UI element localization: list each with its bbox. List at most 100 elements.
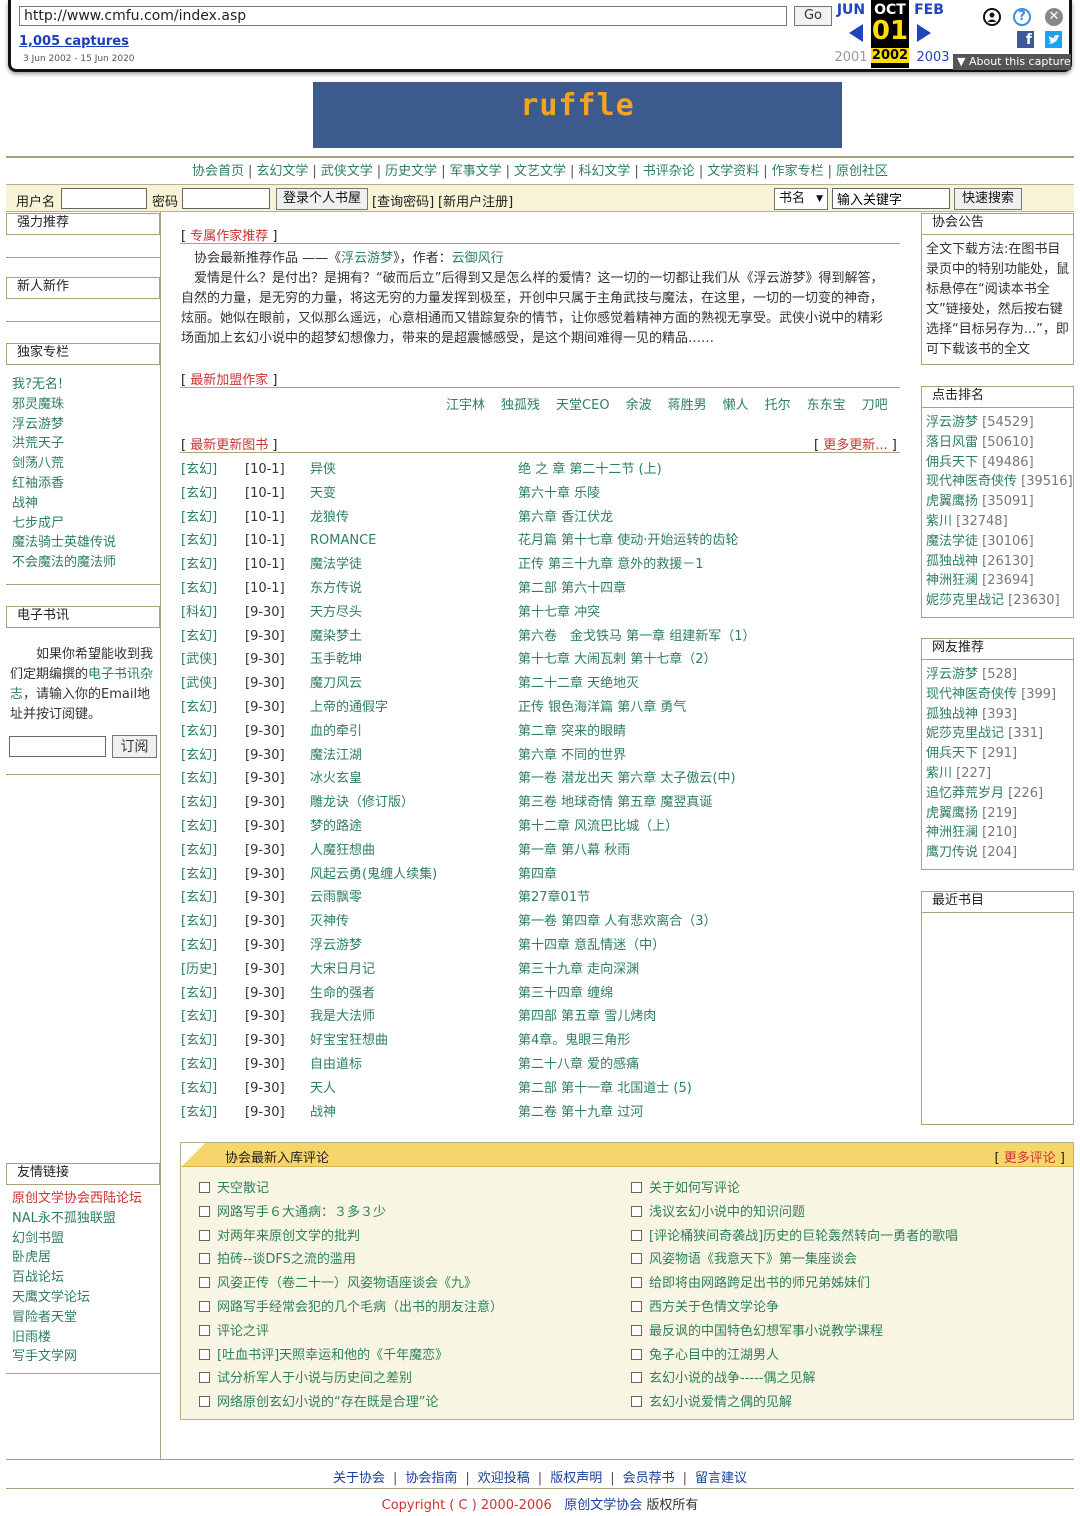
book-category[interactable]: [玄幻] [181, 886, 217, 910]
author-link[interactable]: 托尔 [765, 398, 791, 412]
book-chapter-link[interactable]: 第十四章 意乱情迷（中） [518, 934, 665, 958]
more-comments-link[interactable]: 更多评论 [1004, 1151, 1056, 1166]
book-title-link[interactable]: 好宝宝狂想曲 [310, 1029, 388, 1053]
friend-link[interactable]: 旧雨楼 [12, 1328, 142, 1348]
exclusive-item[interactable]: 浮云游梦 [12, 415, 116, 435]
book-category[interactable]: [玄幻] [181, 982, 217, 1006]
feature-book-link[interactable]: 浮云游梦 [341, 251, 393, 266]
friend-link[interactable]: 卧虎居 [12, 1248, 142, 1268]
book-chapter-link[interactable]: 第三十四章 缠绵 [518, 982, 613, 1006]
book-category[interactable]: [玄幻] [181, 1077, 217, 1101]
comment-link[interactable]: [吐血书评]天照幸运和他的《千年魔恋》 [199, 1344, 503, 1368]
fans-book-link[interactable]: 神洲狂澜 [926, 825, 978, 840]
nav-item[interactable]: 武侠文学 [321, 164, 373, 179]
book-title-link[interactable]: 云雨飘零 [310, 886, 362, 910]
book-chapter-link[interactable]: 第二章 突来的眼睛 [518, 720, 626, 744]
nav-item[interactable]: 玄幻文学 [256, 164, 308, 179]
book-title-link[interactable]: 东方传说 [310, 577, 362, 601]
wayback-next-arrow-icon[interactable] [917, 24, 931, 42]
friend-link[interactable]: 原创文学协会西陆论坛 [12, 1189, 142, 1209]
book-title-link[interactable]: 魔法学徒 [310, 553, 362, 577]
nav-item[interactable]: 书评杂论 [643, 164, 695, 179]
book-title-link[interactable]: ROMANCE [310, 529, 376, 553]
fans-book-link[interactable]: 紫川 [926, 766, 952, 781]
exclusive-item[interactable]: 红袖添香 [12, 474, 116, 494]
comment-link[interactable]: 拍砖--谈DFS之流的滥用 [199, 1248, 503, 1272]
comment-link[interactable]: 玄幻小说的战争-----偶之见解 [631, 1367, 958, 1391]
fans-book-link[interactable]: 孤独战神 [926, 707, 978, 722]
book-category[interactable]: [玄幻] [181, 577, 217, 601]
fans-book-link[interactable]: 虎翼鹰扬 [926, 806, 978, 821]
comment-link[interactable]: 西方关于色情文学论争 [631, 1296, 958, 1320]
copyright-org-link[interactable]: 原创文学协会 [564, 1498, 642, 1513]
nav-item[interactable]: 历史文学 [385, 164, 437, 179]
book-category[interactable]: [武侠] [181, 672, 217, 696]
wayback-url-input[interactable]: http://www.cmfu.com/index.asp [19, 6, 787, 26]
wayback-next-month[interactable]: FEB [909, 2, 949, 18]
book-chapter-link[interactable]: 第四章 [518, 863, 557, 887]
author-link[interactable]: 江宇林 [446, 398, 485, 412]
user-icon[interactable] [983, 8, 1001, 26]
comment-link[interactable]: [评论桶狭间奇袭战]历史的巨轮轰然转向一勇者的歌唱 [631, 1225, 958, 1249]
rank-book-link[interactable]: 紫川 [926, 514, 952, 529]
book-category[interactable]: [玄幻] [181, 625, 217, 649]
comment-link[interactable]: 网路写手６大通病：３多３少 [199, 1201, 503, 1225]
book-category[interactable]: [玄幻] [181, 910, 217, 934]
book-chapter-link[interactable]: 第三卷 地球奇情 第五章 魔翌真诞 [518, 791, 712, 815]
author-link[interactable]: 东东宝 [807, 398, 846, 412]
book-chapter-link[interactable]: 正传 银色海洋篇 第八章 勇气 [518, 696, 686, 720]
rank-book-link[interactable]: 佣兵天下 [926, 455, 978, 470]
nav-item[interactable]: 协会首页 [192, 164, 244, 179]
rank-book-link[interactable]: 魔法学徒 [926, 534, 978, 549]
book-category[interactable]: [玄幻] [181, 553, 217, 577]
fans-book-link[interactable]: 佣兵天下 [926, 746, 978, 761]
author-link[interactable]: 蒋胜男 [668, 398, 707, 412]
book-category[interactable]: [玄幻] [181, 767, 217, 791]
book-title-link[interactable]: 自由道标 [310, 1053, 362, 1077]
wayback-next-year[interactable]: 2003 [913, 50, 953, 65]
comment-link[interactable]: 风姿正传（卷二十一）风姿物语座谈会《九》 [199, 1272, 503, 1296]
book-chapter-link[interactable]: 绝 之 章 第二十二节 (上) [518, 458, 662, 482]
comment-link[interactable]: 对两年来原创文学的批判 [199, 1225, 503, 1249]
search-button[interactable]: 快速搜索 [954, 188, 1022, 210]
exclusive-item[interactable]: 七步成尸 [12, 514, 116, 534]
book-title-link[interactable]: 魔染梦土 [310, 625, 362, 649]
comment-link[interactable]: 浅议玄幻小说中的知识问题 [631, 1201, 958, 1225]
author-link[interactable]: 独孤残 [501, 398, 540, 412]
book-chapter-link[interactable]: 第二部 第十一章 北国道士 (5) [518, 1077, 692, 1101]
author-link[interactable]: 懒人 [723, 398, 749, 412]
comment-link[interactable]: 天空散记 [199, 1177, 503, 1201]
footer-link[interactable]: 协会指南 [405, 1471, 457, 1486]
book-title-link[interactable]: 天变 [310, 482, 336, 506]
help-icon[interactable]: ? [1013, 8, 1031, 26]
register-link[interactable]: [新用户注册] [438, 191, 513, 210]
rank-book-link[interactable]: 浮云游梦 [926, 415, 978, 430]
about-capture-dropdown[interactable]: ▼ About this capture [953, 54, 1071, 70]
email-input[interactable] [9, 736, 106, 757]
book-chapter-link[interactable]: 第六章 不同的世界 [518, 744, 626, 768]
book-title-link[interactable]: 大宋日月记 [310, 958, 375, 982]
book-chapter-link[interactable]: 第十七章 大闹瓦剌 第十七章（2） [518, 648, 717, 672]
book-category[interactable]: [玄幻] [181, 506, 217, 530]
comment-link[interactable]: 玄幻小说爱情之偶的见解 [631, 1391, 958, 1415]
book-chapter-link[interactable]: 第十七章 冲突 [518, 601, 600, 625]
friend-link[interactable]: 冒险者天堂 [12, 1308, 142, 1328]
rank-book-link[interactable]: 妮莎克里战记 [926, 593, 1004, 608]
book-title-link[interactable]: 风起云勇(鬼缠人续集) [310, 863, 437, 887]
book-chapter-link[interactable]: 第二部 第六十四章 [518, 577, 626, 601]
footer-link[interactable]: 欢迎投稿 [478, 1471, 530, 1486]
book-chapter-link[interactable]: 第二十二章 天绝地灭 [518, 672, 639, 696]
query-password-link[interactable]: [查询密码] [372, 191, 434, 210]
book-category[interactable]: [玄幻] [181, 1029, 217, 1053]
close-icon[interactable]: ✕ [1045, 8, 1063, 26]
nav-item[interactable]: 科幻文学 [578, 164, 630, 179]
wayback-prev-month[interactable]: JUN [831, 2, 871, 18]
book-title-link[interactable]: 上帝的通假字 [310, 696, 388, 720]
nav-item[interactable]: 作家专栏 [772, 164, 824, 179]
book-title-link[interactable]: 我是大法师 [310, 1005, 375, 1029]
comment-link[interactable]: 网络原创玄幻小说的“存在既是合理”论 [199, 1391, 503, 1415]
author-link[interactable]: 天堂CEO [556, 398, 610, 412]
search-input[interactable] [832, 188, 950, 209]
book-category[interactable]: [玄幻] [181, 863, 217, 887]
comment-link[interactable]: 给即将由网路跨足出书的师兄弟姊妹们 [631, 1272, 958, 1296]
